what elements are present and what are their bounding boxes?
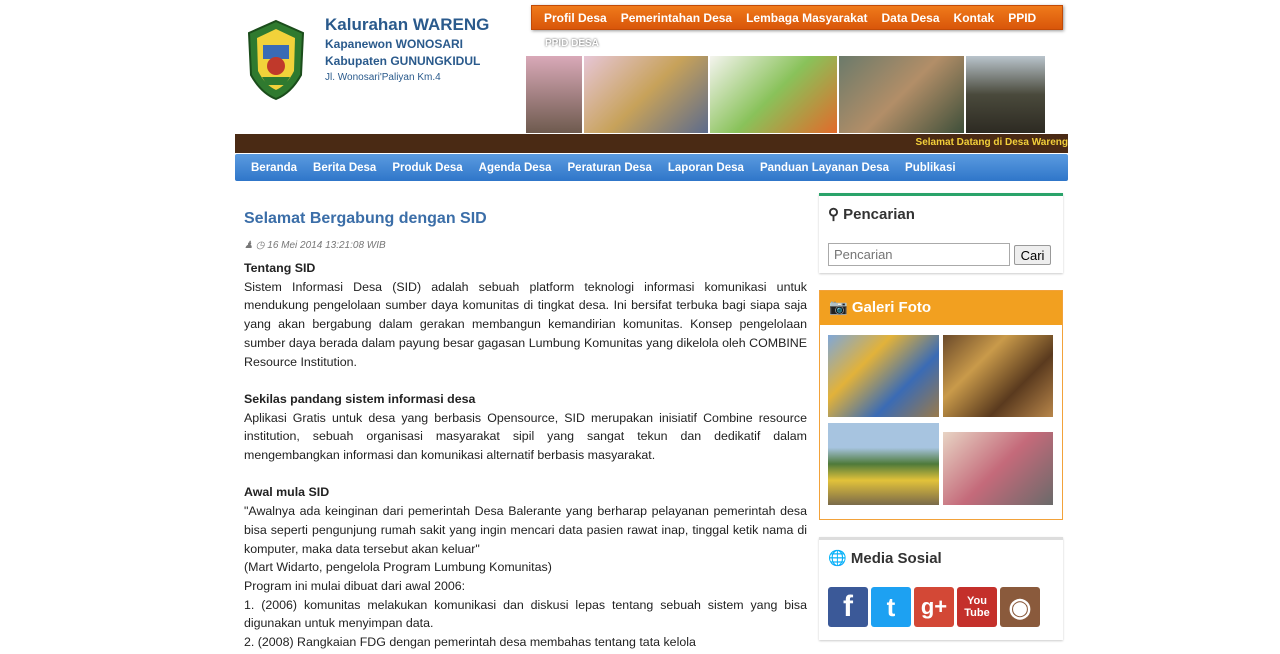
main-menu-item[interactable]: Laporan Desa — [668, 162, 744, 174]
section-heading: Sekilas pandang sistem informasi desa — [244, 391, 476, 406]
main-menu-item[interactable]: Agenda Desa — [479, 162, 552, 174]
list-item: 1. (2006) komunitas melakukan komunikasi… — [244, 597, 807, 631]
social-widget: 🌐 Media Sosial f t g+ You Tube ◉ — [819, 537, 1063, 640]
gallery-header: 📷 Galeri Foto — [820, 291, 1062, 325]
globe-icon: 🌐 — [828, 550, 847, 567]
gallery-photo[interactable] — [828, 423, 939, 505]
social-widget-title: 🌐 Media Sosial — [819, 540, 1063, 576]
main-menu-item[interactable]: Produk Desa — [392, 162, 462, 174]
top-menu-item[interactable]: Lembaga Masyarakat — [746, 11, 867, 25]
section-heading: Awal mula SID — [244, 485, 330, 500]
main-menu-item[interactable]: Publikasi — [905, 162, 956, 174]
social-title: Media Sosial — [850, 550, 942, 567]
instagram-icon[interactable]: ◉ — [1000, 587, 1040, 627]
gallery-widget: 📷 Galeri Foto — [819, 290, 1063, 520]
site-title: Kalurahan WARENG — [325, 15, 490, 34]
quote: "Awalnya ada keinginan dari pemerintah D… — [244, 504, 807, 556]
top-menu: Profil Desa Pemerintahan Desa Lembaga Ma… — [531, 5, 1063, 30]
paragraph: Sistem Informasi Desa (SID) adalah sebua… — [244, 279, 807, 369]
article-meta: ♟ ◷ 16 Mei 2014 13:21:08 WIB — [244, 240, 807, 251]
banner-photo — [526, 56, 582, 133]
top-menu-item[interactable]: Kontak — [954, 11, 995, 25]
top-menu-item[interactable]: PPID — [1008, 11, 1036, 25]
regency-logo — [247, 19, 305, 101]
article-title[interactable]: Selamat Bergabung dengan SID — [244, 210, 807, 228]
gallery-title: Galeri Foto — [851, 299, 932, 316]
camera-icon: 📷 — [829, 299, 848, 316]
user-icon: ♟ — [244, 240, 253, 251]
quote-author: (Mart Widarto, pengelola Program Lumbung… — [244, 560, 552, 575]
main-menu-item[interactable]: Peraturan Desa — [568, 162, 652, 174]
banner-photo — [584, 56, 708, 133]
main-menu: Beranda Berita Desa Produk Desa Agenda D… — [235, 154, 1068, 181]
article-body: Tentang SID Sistem Informasi Desa (SID) … — [244, 259, 807, 652]
top-menu-item[interactable]: Data Desa — [882, 11, 940, 25]
top-menu-item[interactable]: Profil Desa — [544, 11, 607, 25]
site-regency: Kabupaten GUNUNGKIDUL — [325, 54, 481, 68]
article-date: 16 Mei 2014 13:21:08 WIB — [267, 240, 386, 251]
site-address: Jl. Wonosari'Paliyan Km.4 — [325, 72, 441, 83]
gallery-photo[interactable] — [943, 432, 1053, 505]
site-district: Kapanewon WONOSARI — [325, 37, 464, 51]
banner-label: PPID DESA — [545, 38, 599, 49]
clock-icon: ◷ — [255, 240, 265, 251]
gallery-photo[interactable] — [943, 335, 1053, 417]
running-text-content: Selamat Datang di Desa Wareng — [915, 137, 1068, 148]
main-menu-item[interactable]: Beranda — [251, 162, 297, 174]
gallery-photo[interactable] — [828, 335, 939, 417]
search-button[interactable]: Cari — [1014, 245, 1051, 265]
search-widget: ⚲ Pencarian Cari — [819, 193, 1063, 273]
google-plus-icon[interactable]: g+ — [914, 587, 954, 627]
header-banner — [526, 56, 1047, 133]
main-menu-item[interactable]: Panduan Layanan Desa — [760, 162, 889, 174]
search-widget-label: Pencarian — [843, 206, 915, 223]
facebook-icon[interactable]: f — [828, 587, 868, 627]
page-wrapper: Kalurahan WARENG Kapanewon WONOSARI Kabu… — [235, 0, 1068, 654]
list-item: 2. (2008) Rangkaian FDG dengan pemerinta… — [244, 635, 696, 650]
search-input[interactable] — [828, 243, 1010, 266]
banner-photo — [839, 56, 964, 133]
banner-photo — [966, 56, 1045, 133]
search-icon: ⚲ — [828, 206, 839, 223]
paragraph: Program ini mulai dibuat dari awal 2006: — [244, 578, 466, 593]
main-menu-item[interactable]: Berita Desa — [313, 162, 376, 174]
top-menu-item[interactable]: Pemerintahan Desa — [621, 11, 732, 25]
paragraph: Aplikasi Gratis untuk desa yang berbasis… — [244, 410, 807, 463]
banner-photo — [710, 56, 837, 133]
search-widget-title: ⚲ Pencarian — [819, 196, 1063, 232]
twitter-icon[interactable]: t — [871, 587, 911, 627]
article: Selamat Bergabung dengan SID ♟ ◷ 16 Mei … — [244, 210, 807, 652]
section-heading: Tentang SID — [244, 261, 316, 275]
youtube-icon[interactable]: You Tube — [957, 587, 997, 627]
running-text: Selamat Datang di Desa Wareng — [235, 134, 1068, 153]
